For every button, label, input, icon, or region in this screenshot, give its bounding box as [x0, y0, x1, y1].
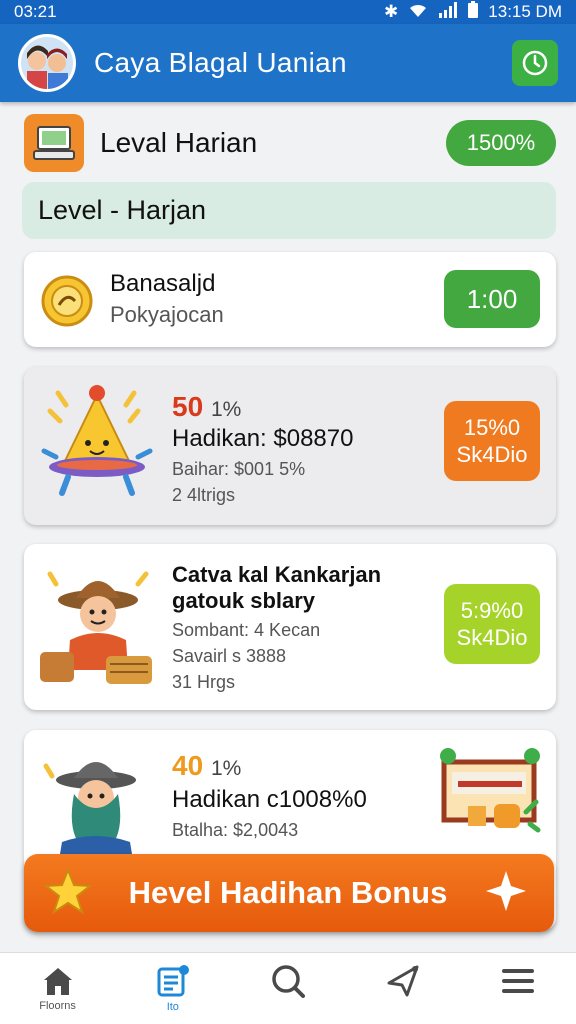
- reward-amount: Hadikan: $08870: [172, 425, 354, 452]
- badge-line-1: 15%0: [463, 414, 521, 440]
- level-row: Leval Harian 1500%: [24, 112, 556, 174]
- nav-item-search[interactable]: [230, 953, 345, 1024]
- badge-line-1: 5:9%0: [460, 597, 524, 623]
- send-icon: [387, 965, 419, 996]
- card-subtitle: Pokyajocan: [110, 302, 224, 327]
- card-title-line-1: Catva kal Kankarjan: [172, 562, 382, 587]
- section-header: Level - Harjan: [22, 182, 556, 239]
- bottom-nav: Floorns Ito: [0, 952, 576, 1024]
- level-percent-badge[interactable]: 1500%: [446, 120, 556, 166]
- card-title-line-2: gatouk sblary: [172, 588, 316, 613]
- reward-card-2[interactable]: 50 1% Hadikan: $08870 Baihar: $001 5% 2 …: [24, 367, 556, 525]
- nav-item-home[interactable]: Floorns: [0, 953, 115, 1024]
- search-icon: [272, 964, 305, 998]
- claim-badge[interactable]: 15%0 Sk4Dio: [444, 401, 540, 481]
- card-detail-3: 31 Hrgs: [172, 672, 236, 692]
- party-hat-mascot-icon: [38, 381, 156, 516]
- timer-button[interactable]: [512, 40, 558, 86]
- explorer-mascot-icon: [38, 746, 158, 871]
- status-time-right: 13:15 DM: [488, 2, 562, 21]
- nav-item-share[interactable]: [346, 953, 461, 1024]
- level-title: Leval Harian: [100, 127, 258, 158]
- card-detail-1: Sombant: 4 Kecan: [172, 620, 321, 640]
- discount-percent: 40 1%: [172, 750, 241, 782]
- menu-icon: [502, 968, 535, 993]
- reward-duration: 2 4ltrigs: [172, 485, 236, 505]
- task-card-1[interactable]: Banasaljd Pokyajocan 1:00: [24, 252, 556, 347]
- home-icon: [43, 967, 72, 995]
- discount-percent: 50 1%: [172, 391, 241, 423]
- app-bar: Caya Blagal Uanian: [0, 24, 576, 102]
- pct-value: 50: [172, 391, 204, 422]
- nav-label-home: Floorns: [39, 999, 76, 1012]
- main-content: Leval Harian 1500% Level - Harjan Banasa…: [0, 102, 576, 952]
- nav-label-tasks: Ito: [166, 1000, 179, 1013]
- clock-icon: [522, 50, 548, 76]
- reward-amount: Hadikan c1008%0: [172, 786, 367, 813]
- farmer-mascot-icon: [38, 560, 158, 699]
- battery-icon: [468, 1, 479, 23]
- star-icon: [43, 866, 93, 919]
- bonus-label: Hevel Hadihan Bonus: [128, 875, 448, 910]
- card-detail-2: Savairl s 3888: [172, 646, 287, 666]
- document-icon: [157, 964, 189, 996]
- bluetooth-icon: ✱: [384, 2, 399, 21]
- avatar[interactable]: [18, 34, 76, 92]
- reward-detail: Btalha: $2,0043: [172, 820, 299, 840]
- time-badge[interactable]: 1:00: [444, 270, 540, 328]
- bonus-button[interactable]: Hevel Hadihan Bonus: [24, 854, 554, 932]
- wifi-icon: [408, 2, 428, 23]
- signal-icon: [438, 1, 458, 23]
- claim-badge[interactable]: 5:9%0 Sk4Dio: [444, 584, 540, 664]
- status-icons: ✱ 13:15 DM: [384, 1, 562, 23]
- pct-suffix: 1%: [210, 757, 242, 780]
- nav-item-menu[interactable]: [461, 953, 576, 1024]
- app-title: Caya Blagal Uanian: [94, 47, 347, 78]
- card-title: Banasaljd: [110, 270, 216, 297]
- computer-icon: [24, 114, 84, 172]
- pct-value: 40: [172, 750, 204, 781]
- badge-line-2: Sk4Dio: [456, 625, 528, 650]
- coin-icon: [40, 274, 94, 333]
- nav-item-tasks[interactable]: Ito: [115, 953, 230, 1024]
- reward-detail: Baihar: $001 5%: [172, 459, 306, 479]
- status-bar: 03:21 ✱ 13:15 DM: [0, 0, 576, 24]
- status-time-left: 03:21: [14, 2, 57, 21]
- sparkle-star-icon: [484, 869, 528, 918]
- reward-card-3[interactable]: Catva kal Kankarjan gatouk sblary Somban…: [24, 544, 556, 710]
- badge-line-2: Sk4Dio: [456, 442, 528, 467]
- pct-suffix: 1%: [210, 398, 242, 421]
- market-stall-icon: [438, 742, 542, 847]
